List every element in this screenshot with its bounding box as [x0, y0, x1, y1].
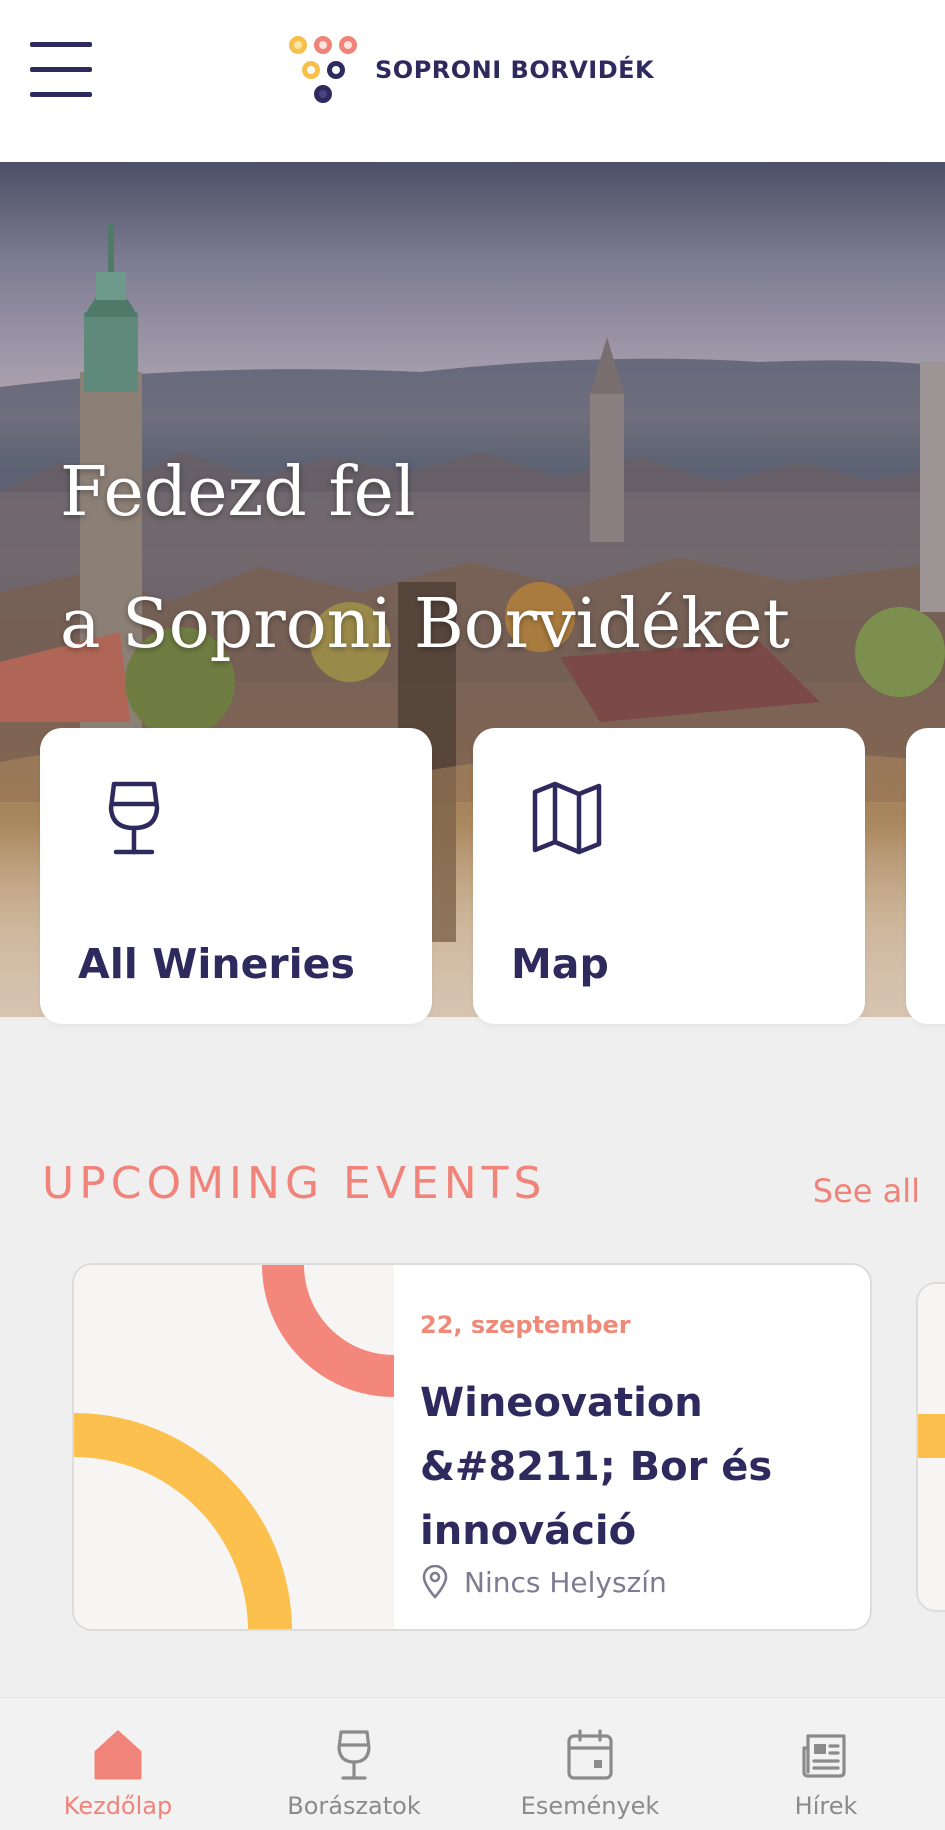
nav-item-home[interactable]: Kezdőlap: [0, 1698, 236, 1830]
event-location: Nincs Helyszín: [420, 1565, 667, 1599]
nav-label-home: Kezdőlap: [63, 1792, 173, 1820]
upcoming-events-title: UPCOMING EVENTS: [42, 1158, 547, 1209]
next-event-image: [918, 1284, 945, 1610]
location-pin-icon: [422, 1565, 448, 1599]
hamburger-menu-icon[interactable]: [30, 40, 94, 100]
next-event-card[interactable]: [916, 1282, 945, 1612]
event-location-text: Nincs Helyszín: [464, 1565, 667, 1599]
nav-label-wineries: Borászatok: [287, 1792, 421, 1820]
see-all-link[interactable]: See all: [813, 1172, 920, 1210]
wine-glass-icon: [108, 781, 160, 855]
nav-item-news[interactable]: Hírek: [708, 1698, 944, 1830]
nav-label-news: Hírek: [794, 1792, 858, 1820]
map-card[interactable]: Map: [473, 728, 865, 1024]
all-wineries-label: All Wineries: [78, 940, 355, 988]
hero-title-line-1: Fedezd fel: [60, 453, 416, 532]
app-header: SOPRONI BORVIDÉK: [0, 0, 945, 162]
logo-text: SOPRONI BORVIDÉK: [375, 56, 655, 84]
nav-item-events[interactable]: Események: [472, 1698, 708, 1830]
logo-mark: [289, 36, 357, 103]
next-quick-card[interactable]: [906, 728, 945, 1024]
calendar-icon: [567, 1729, 613, 1780]
wine-glass-icon: [337, 1730, 371, 1780]
home-icon: [94, 1730, 142, 1780]
map-label: Map: [511, 940, 609, 988]
bottom-navigation: Kezdőlap Borászatok Események Hírek: [0, 1697, 945, 1830]
hero-title-line-2: a Soproni Borvidéket: [60, 585, 790, 664]
all-wineries-card[interactable]: All Wineries: [40, 728, 432, 1024]
map-icon: [532, 781, 602, 855]
nav-item-wineries[interactable]: Borászatok: [236, 1698, 472, 1830]
event-title: Wineovation &#8211; Bor és innováció: [420, 1380, 773, 1554]
nav-label-events: Események: [520, 1792, 660, 1820]
newspaper-icon: [802, 1734, 846, 1778]
logo[interactable]: SOPRONI BORVIDÉK: [285, 30, 654, 110]
hero-title: Fedezd fel a Soproni Borvidéket: [60, 427, 940, 691]
event-image: [74, 1265, 394, 1629]
event-date: 22, szeptember: [420, 1311, 631, 1339]
event-card[interactable]: 22, szeptember Wineovation &#8211; Bor é…: [72, 1263, 872, 1631]
